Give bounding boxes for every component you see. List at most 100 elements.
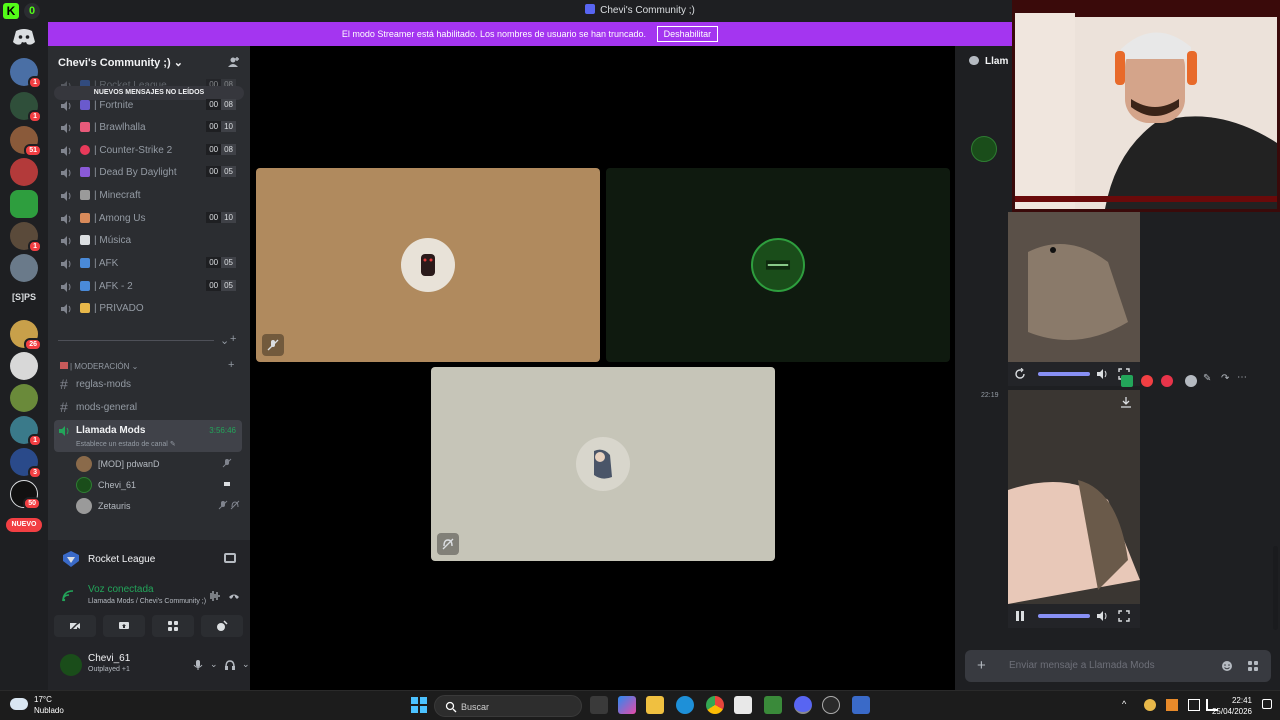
notification-icon[interactable] bbox=[1262, 699, 1272, 709]
system-clock[interactable]: 22:41 25/04/2026 bbox=[1212, 695, 1252, 717]
rocket-league-icon[interactable] bbox=[852, 696, 870, 714]
channel-status-prompt[interactable]: Establece un estado de canal ✎ bbox=[76, 440, 176, 448]
apps-icon[interactable] bbox=[1247, 660, 1259, 672]
emoji-icon[interactable] bbox=[1221, 660, 1233, 672]
voice-member[interactable]: Chevi_61 bbox=[76, 476, 242, 494]
avatar[interactable] bbox=[971, 136, 997, 162]
voice-channel[interactable]: | Minecraft bbox=[56, 186, 242, 206]
voice-channel[interactable]: | AFK 00 05 bbox=[56, 254, 242, 274]
server-icon[interactable] bbox=[10, 352, 38, 380]
voice-channel[interactable]: | Brawlhalla 00 10 bbox=[56, 118, 242, 138]
red-circle-emoji-icon[interactable] bbox=[1141, 375, 1153, 387]
active-voice-channel[interactable]: Llamada Mods 3:56:46 Establece un estado… bbox=[54, 420, 242, 452]
microphone-icon[interactable] bbox=[192, 659, 204, 671]
voice-channel[interactable]: | Dead By Daylight 00 05 bbox=[56, 163, 242, 183]
edge-icon[interactable] bbox=[676, 696, 694, 714]
text-channel[interactable]: # mods-general bbox=[56, 398, 242, 418]
copilot-icon[interactable] bbox=[618, 696, 636, 714]
voice-member[interactable]: Zetauris bbox=[76, 497, 242, 515]
voice-channel[interactable]: | Fortnite 00 08 bbox=[56, 96, 242, 116]
message-input[interactable]: + Enviar mensaje a Llamada Mods bbox=[965, 650, 1271, 682]
soundboard-button[interactable] bbox=[201, 615, 243, 637]
gamepad-emoji bbox=[80, 100, 90, 110]
participant-tile[interactable] bbox=[606, 168, 950, 362]
attach-plus-icon[interactable]: + bbox=[977, 657, 986, 674]
server-icon[interactable]: 1 bbox=[10, 58, 42, 89]
category-moderacion[interactable]: | MODERACIÓN ⌄ bbox=[60, 362, 138, 371]
add-reaction-icon[interactable] bbox=[1185, 375, 1197, 387]
server-icon[interactable]: 26 bbox=[10, 320, 42, 351]
server-text-icon[interactable]: [S]PS bbox=[6, 292, 42, 302]
voice-channel[interactable]: | AFK - 2 00 05 bbox=[56, 277, 242, 297]
share-screen-button[interactable] bbox=[103, 615, 145, 637]
invite-icon[interactable] bbox=[228, 56, 240, 68]
voice-channel[interactable]: | Counter-Strike 2 00 08 bbox=[56, 141, 242, 161]
chat-scrollbar[interactable] bbox=[1273, 546, 1278, 630]
disconnect-icon[interactable] bbox=[228, 590, 240, 602]
voice-status[interactable]: Voz conectada bbox=[88, 584, 154, 595]
check-emoji-icon[interactable] bbox=[1121, 375, 1133, 387]
chevron-up-icon[interactable]: ^ bbox=[1122, 699, 1134, 711]
windows-start-icon[interactable] bbox=[410, 696, 428, 714]
forward-icon[interactable]: ↷ bbox=[1221, 373, 1233, 385]
download-icon[interactable] bbox=[1120, 396, 1132, 408]
server-icon[interactable] bbox=[10, 158, 38, 186]
server-icon[interactable]: 50 bbox=[10, 480, 41, 510]
discord-home-icon[interactable] bbox=[12, 26, 36, 48]
stream-screen-icon[interactable] bbox=[224, 553, 236, 563]
video-attachment[interactable] bbox=[1008, 212, 1140, 386]
add-channel-icon[interactable]: + bbox=[228, 359, 234, 371]
tray-mic-icon[interactable] bbox=[1166, 699, 1178, 711]
current-user[interactable]: Chevi_61 Outplayed +1 ⌄ ⌄ bbox=[60, 652, 278, 678]
taskbar-search[interactable]: Buscar bbox=[434, 695, 582, 717]
noise-suppression-icon[interactable] bbox=[208, 590, 220, 602]
task-view-icon[interactable] bbox=[590, 696, 608, 714]
server-icon[interactable] bbox=[10, 254, 38, 282]
text-channel[interactable]: # reglas-mods bbox=[56, 375, 242, 395]
fullscreen-icon[interactable] bbox=[1118, 610, 1130, 622]
server-icon[interactable]: 3 bbox=[10, 448, 42, 479]
replay-icon[interactable] bbox=[1014, 368, 1026, 380]
voice-channel[interactable]: | Among Us 00 10 bbox=[56, 209, 242, 229]
disable-streamer-button[interactable]: Deshabilitar bbox=[656, 26, 719, 42]
new-servers-pill[interactable]: NUEVO bbox=[6, 518, 42, 532]
chevron-down-icon[interactable]: ⌄ bbox=[220, 334, 229, 347]
heart-emoji-icon[interactable] bbox=[1161, 375, 1173, 387]
pencil-icon[interactable]: ✎ bbox=[1203, 373, 1215, 385]
activities-button[interactable] bbox=[152, 615, 194, 637]
voice-channel[interactable]: | PRIVADO bbox=[56, 299, 242, 319]
server-icon[interactable] bbox=[10, 190, 38, 218]
add-channel-icon[interactable]: + bbox=[230, 333, 236, 345]
server-icon[interactable]: 1 bbox=[10, 416, 42, 447]
participant-tile[interactable] bbox=[431, 367, 775, 561]
pause-icon[interactable] bbox=[1014, 610, 1026, 622]
headphones-icon[interactable] bbox=[224, 659, 236, 671]
volume-icon[interactable] bbox=[1096, 368, 1108, 380]
camera-button[interactable] bbox=[54, 615, 96, 637]
store-icon[interactable] bbox=[734, 696, 752, 714]
volume-icon[interactable] bbox=[1096, 610, 1108, 622]
kick-icon[interactable]: K bbox=[3, 3, 19, 19]
obs-icon[interactable] bbox=[822, 696, 840, 714]
voice-member[interactable]: [MOD] pdwanD bbox=[76, 455, 242, 473]
participant-tile[interactable] bbox=[256, 168, 600, 362]
server-icon[interactable] bbox=[10, 384, 38, 412]
signal-icon[interactable] bbox=[62, 590, 74, 602]
video-attachment[interactable] bbox=[1008, 390, 1140, 628]
volume-bar[interactable] bbox=[1038, 372, 1090, 376]
server-icon[interactable]: 1 bbox=[10, 222, 42, 253]
kick-live-icon[interactable]: 0 bbox=[24, 3, 40, 19]
chrome-icon[interactable] bbox=[706, 696, 724, 714]
discord-icon[interactable] bbox=[794, 696, 812, 714]
tray-app-icon[interactable] bbox=[1144, 699, 1156, 711]
more-icon[interactable]: ⋯ bbox=[1237, 372, 1249, 384]
server-icon[interactable]: 51 bbox=[10, 126, 42, 157]
guild-header[interactable]: Chevi's Community ;) ⌄ bbox=[48, 46, 250, 78]
voice-channel[interactable]: | Música bbox=[56, 231, 242, 251]
chevron-down-icon[interactable]: ⌄ bbox=[210, 659, 222, 671]
server-icon[interactable]: 1 bbox=[10, 92, 42, 123]
minecraft-icon[interactable] bbox=[764, 696, 782, 714]
volume-bar[interactable] bbox=[1038, 614, 1090, 618]
file-explorer-icon[interactable] bbox=[646, 696, 664, 714]
monitor-icon[interactable] bbox=[1188, 699, 1200, 711]
